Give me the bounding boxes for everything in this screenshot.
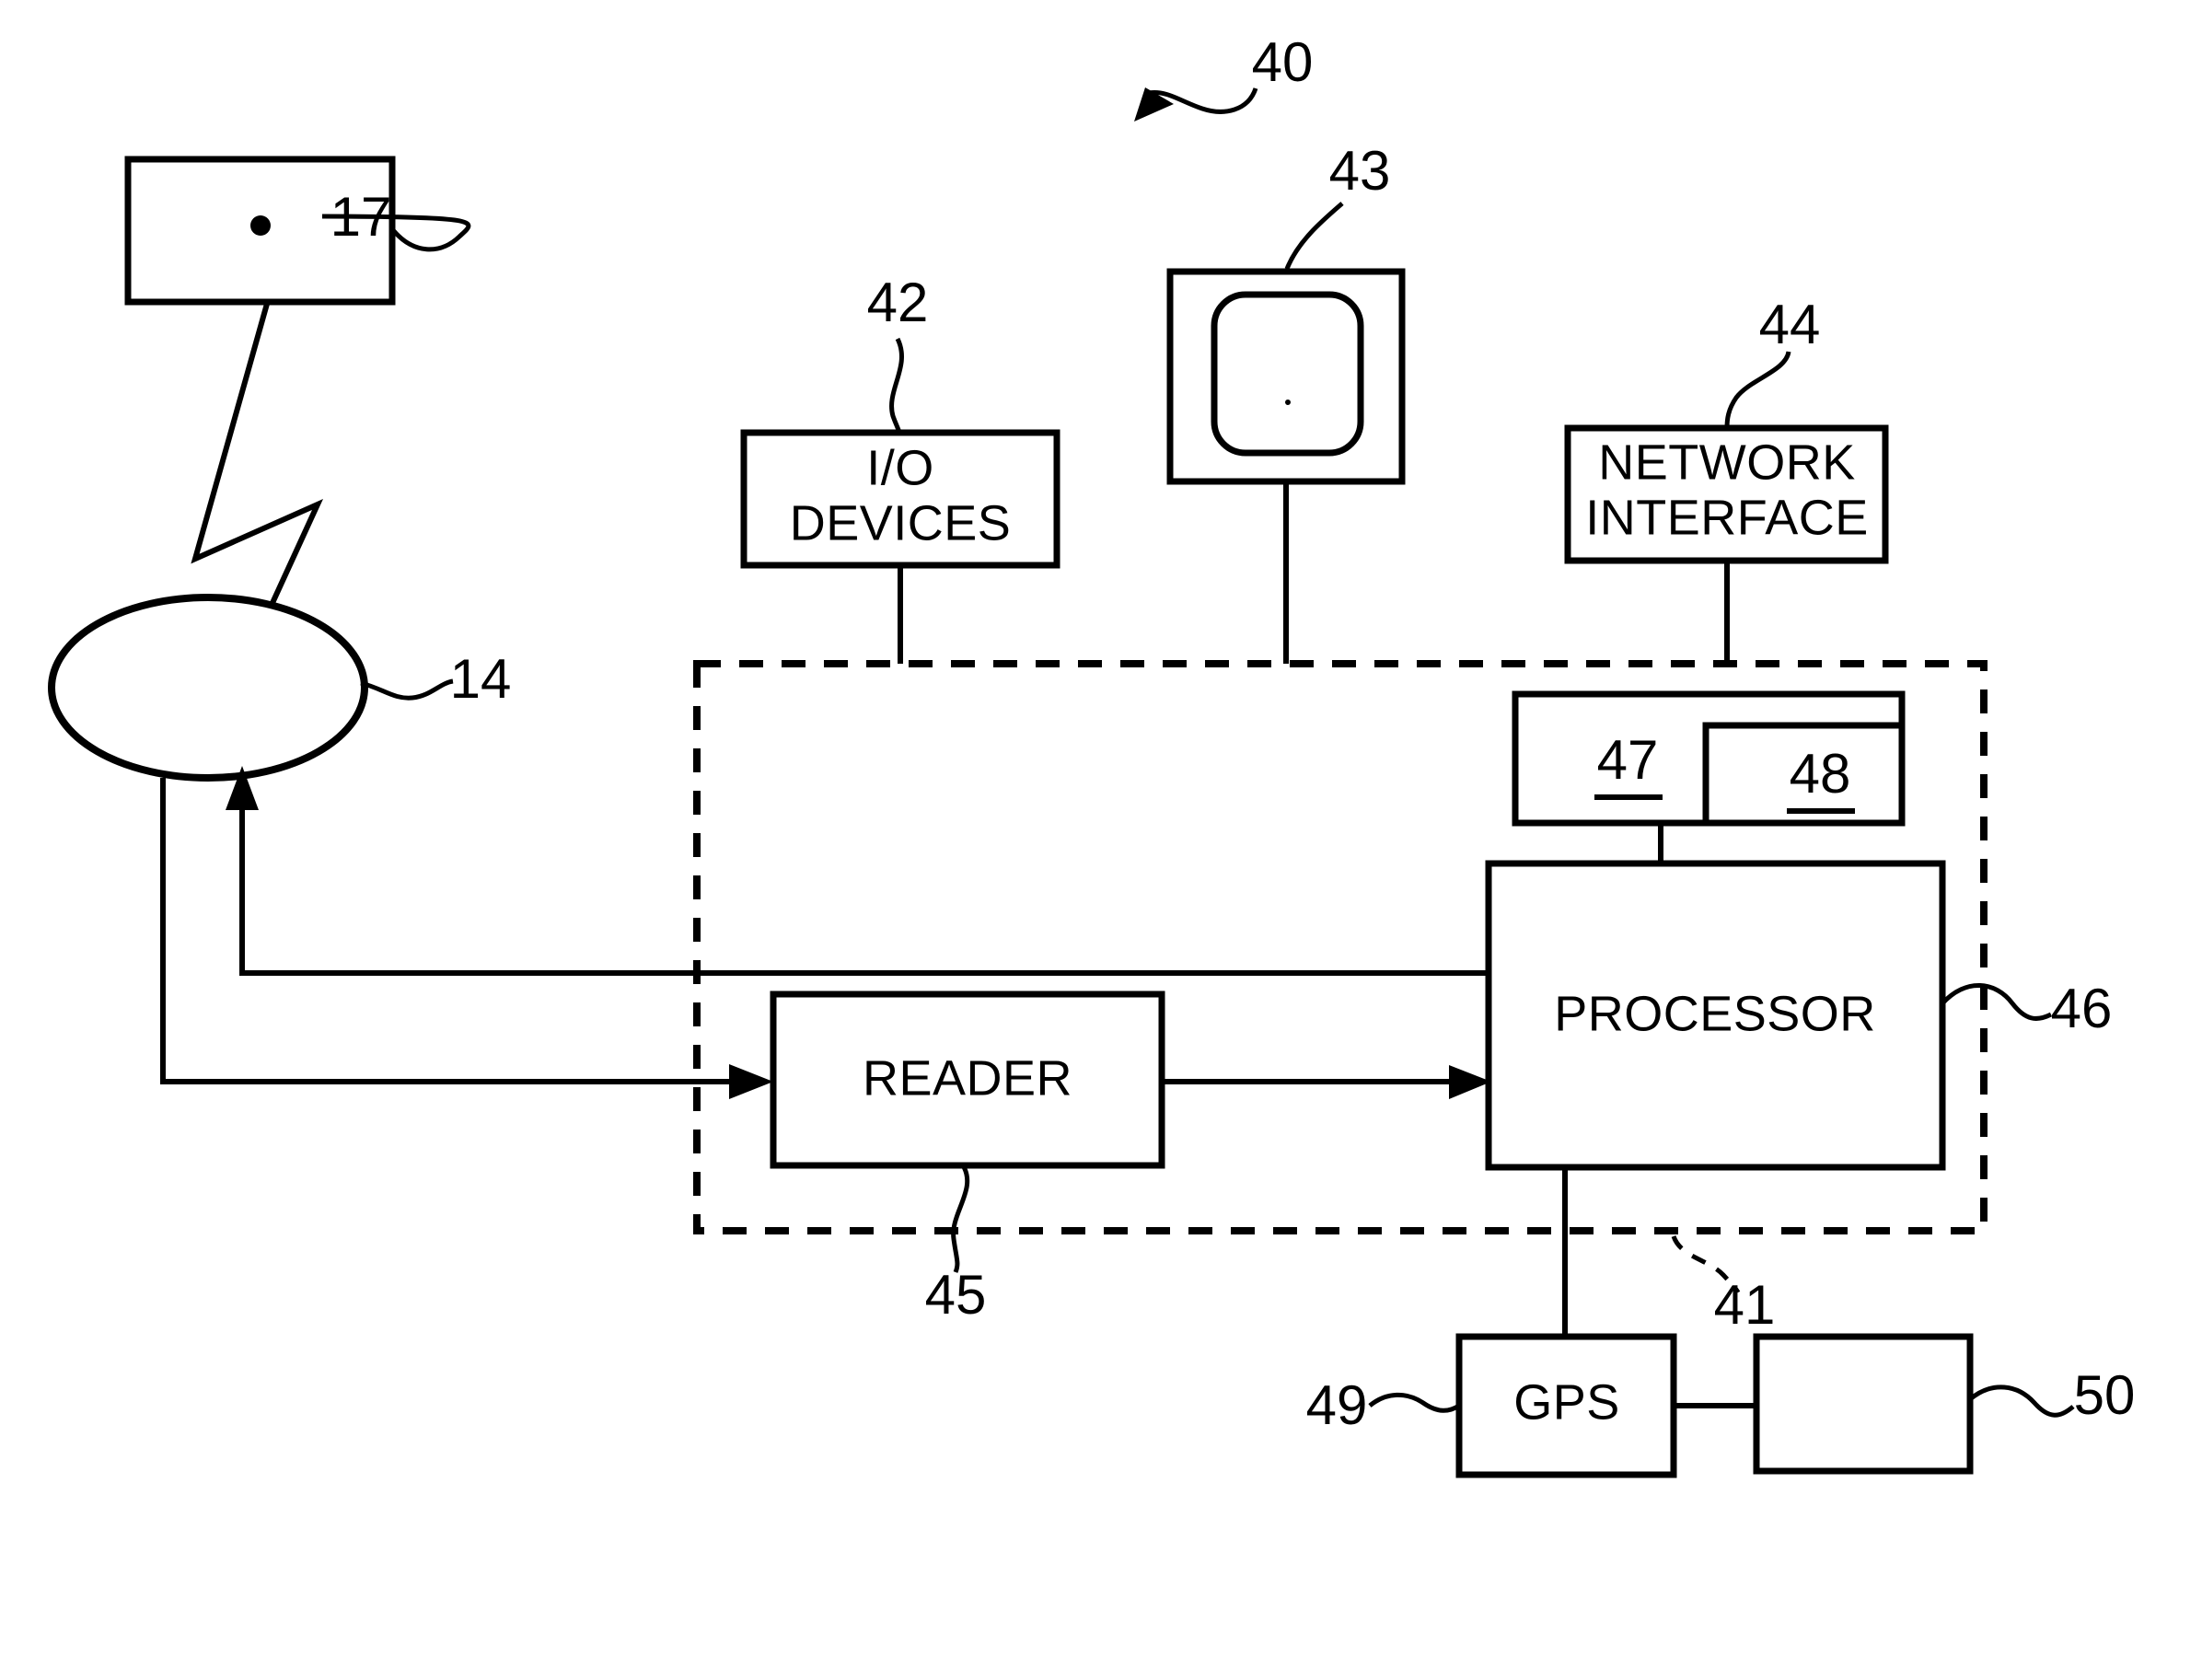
ref-num-14: 14 bbox=[450, 648, 512, 710]
patent-figure: I/O DEVICES NETWORK INTERFACE PROCESSOR … bbox=[0, 0, 2202, 1680]
auxiliary-box bbox=[1753, 1333, 1974, 1475]
network-interface-label-line1: NETWORK bbox=[1598, 434, 1856, 490]
ref-num-40: 40 bbox=[1252, 31, 1314, 93]
reader-label: READER bbox=[863, 1050, 1072, 1106]
ref-num-45: 45 bbox=[925, 1264, 987, 1326]
ref-num-43: 43 bbox=[1329, 140, 1391, 202]
ref-num-42: 42 bbox=[867, 272, 929, 333]
leader-43 bbox=[1284, 202, 1344, 270]
leader-45 bbox=[951, 1164, 970, 1273]
leader-46 bbox=[1941, 983, 2053, 1021]
ref-num-50: 50 bbox=[2074, 1364, 2136, 1426]
leader-14 bbox=[360, 678, 454, 701]
ref-num-41: 41 bbox=[1714, 1274, 1776, 1336]
leader-50 bbox=[1968, 1385, 2075, 1418]
io-devices-label-line2: DEVICES bbox=[790, 495, 1012, 550]
ref-num-46: 46 bbox=[2051, 978, 2113, 1039]
leader-44 bbox=[1724, 351, 1791, 429]
arrowhead-into-reader bbox=[729, 1064, 773, 1099]
gps-block: GPS bbox=[1455, 1333, 1677, 1478]
display-center-dot bbox=[1285, 400, 1291, 405]
antenna-ellipse-icon bbox=[48, 594, 368, 782]
leader-49 bbox=[1368, 1392, 1461, 1413]
ref-num-48: 48 bbox=[1790, 743, 1851, 805]
wire-antenna-to-reader bbox=[160, 778, 744, 1084]
display-screen bbox=[1211, 291, 1364, 457]
tag-center-dot bbox=[250, 215, 271, 236]
wire-processor-to-antenna bbox=[239, 794, 1489, 976]
io-devices-block: I/O DEVICES bbox=[740, 429, 1060, 569]
auxiliary-block bbox=[1753, 1333, 1974, 1475]
ref-num-47-group: 47 bbox=[1594, 729, 1663, 800]
display-block bbox=[1166, 268, 1406, 485]
gps-label: GPS bbox=[1513, 1374, 1620, 1430]
ref-num-49: 49 bbox=[1306, 1374, 1368, 1436]
network-interface-block: NETWORK INTERFACE bbox=[1564, 424, 1889, 564]
ref-num-44: 44 bbox=[1759, 294, 1821, 355]
processor-block: PROCESSOR bbox=[1485, 860, 1946, 1171]
io-devices-label-line1: I/O bbox=[866, 440, 934, 495]
ref-num-47: 47 bbox=[1597, 729, 1659, 791]
ref-num-48-group: 48 bbox=[1787, 743, 1855, 814]
diagram-canvas: I/O DEVICES NETWORK INTERFACE PROCESSOR … bbox=[48, 31, 2136, 1478]
arrowhead-into-processor bbox=[1449, 1065, 1491, 1099]
ref-num-17: 17 bbox=[330, 186, 392, 248]
reader-block: READER bbox=[770, 991, 1165, 1169]
processor-label: PROCESSOR bbox=[1554, 986, 1876, 1041]
network-interface-label-line2: INTERFACE bbox=[1585, 490, 1869, 545]
leader-42 bbox=[889, 337, 904, 434]
